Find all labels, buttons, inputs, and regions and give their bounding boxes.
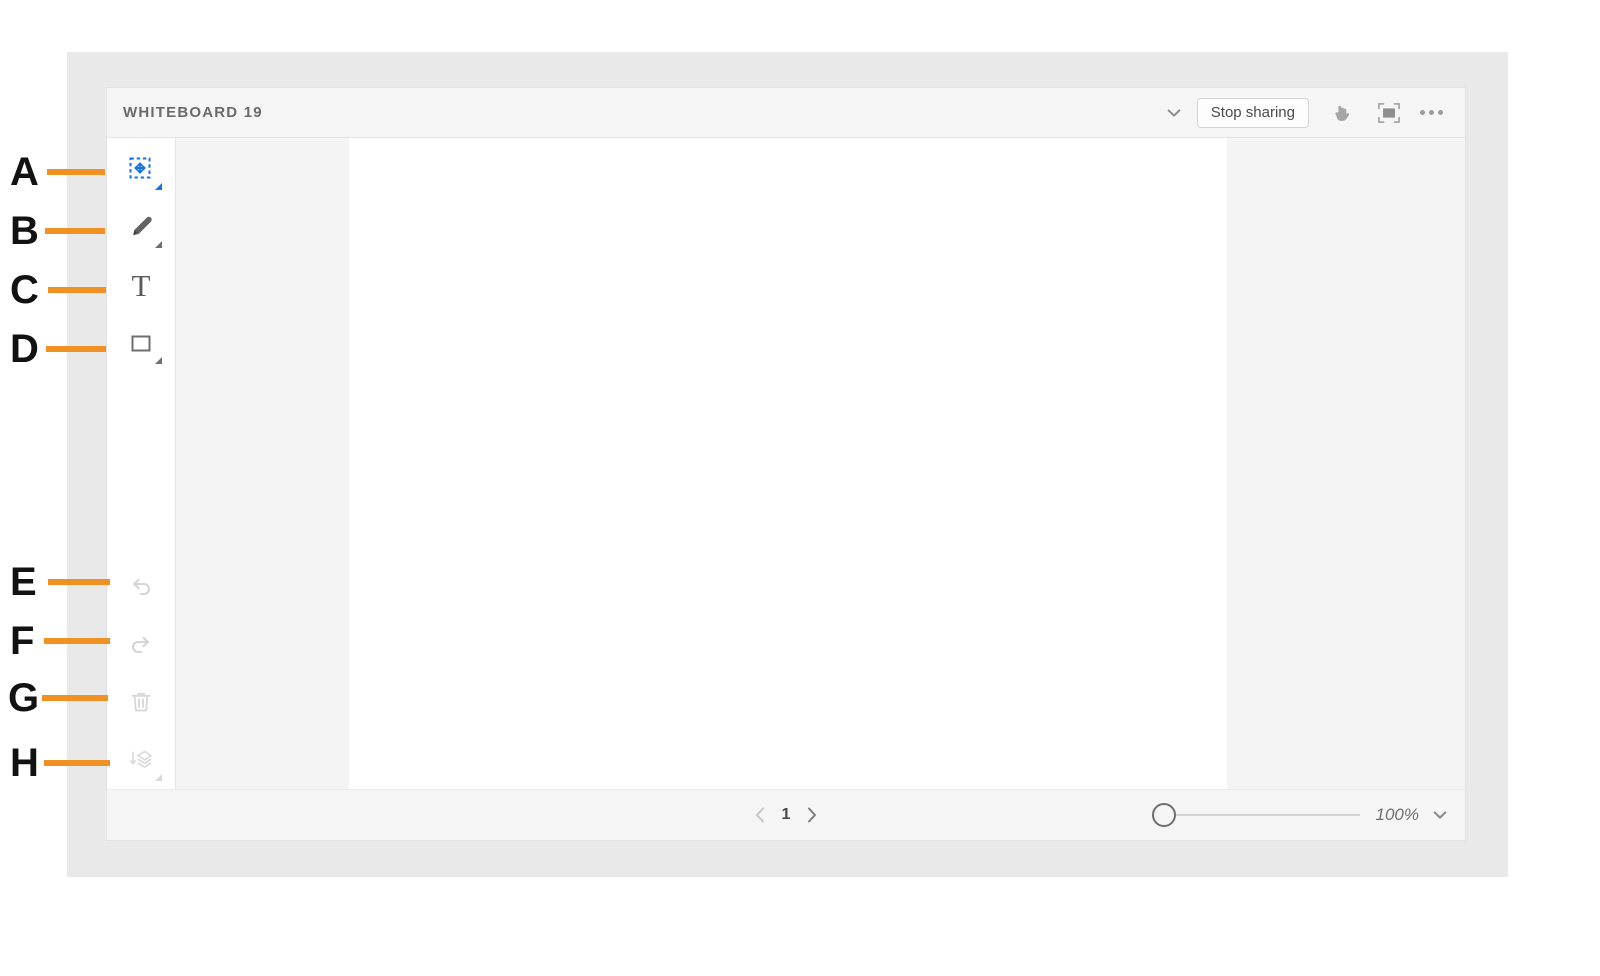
tool-group-actions (107, 557, 175, 789)
redo-button[interactable] (112, 615, 170, 673)
delete-button[interactable] (112, 673, 170, 731)
app-footer: 1 100% (107, 789, 1465, 840)
chevron-right-icon[interactable] (805, 806, 819, 824)
zoom-slider-track (1173, 814, 1360, 816)
text-tool[interactable]: T (112, 256, 170, 314)
app-body: T (107, 138, 1465, 792)
flyout-indicator-icon (155, 774, 162, 781)
callout-letter: D (10, 327, 39, 371)
chevron-down-icon[interactable] (1157, 96, 1191, 130)
callout-b: B (10, 211, 105, 251)
fit-to-screen-icon[interactable] (1369, 95, 1409, 131)
text-icon: T (131, 267, 151, 303)
callout-c: C (10, 270, 106, 310)
whiteboard-title: WHITEBOARD 19 (123, 104, 263, 121)
callout-line (45, 228, 105, 234)
shape-tool[interactable] (112, 314, 170, 372)
whiteboard-canvas-page[interactable] (349, 138, 1227, 792)
callout-a: A (10, 152, 105, 192)
whiteboard-app-window: WHITEBOARD 19 Stop sharing T 1 100% (107, 88, 1465, 840)
ellipsis-icon[interactable] (1413, 95, 1449, 131)
flyout-indicator-icon (155, 357, 162, 364)
callout-letter: G (8, 676, 40, 720)
zoom-slider[interactable] (1151, 802, 1360, 828)
callout-line (46, 346, 106, 352)
stop-sharing-button[interactable]: Stop sharing (1196, 97, 1309, 128)
pen-tool[interactable] (112, 198, 170, 256)
callout-letter: C (10, 268, 39, 312)
zoom-level-value: 100% (1375, 805, 1419, 824)
canvas-backdrop[interactable] (176, 138, 1465, 792)
callout-line (47, 169, 105, 175)
ellipsis-dots (1419, 110, 1443, 115)
undo-button[interactable] (112, 557, 170, 615)
flyout-indicator-icon (155, 183, 162, 190)
app-header: WHITEBOARD 19 Stop sharing (107, 88, 1465, 138)
callout-letter: A (10, 150, 39, 194)
tool-group-primary: T (112, 140, 170, 372)
callout-letter: B (10, 209, 39, 253)
callout-line (48, 579, 110, 585)
chevron-left-icon[interactable] (753, 806, 767, 824)
callout-letter: F (10, 619, 35, 663)
callout-line (48, 287, 106, 293)
callout-line (44, 638, 110, 644)
callout-letter: E (10, 560, 37, 604)
arrange-button[interactable] (112, 731, 170, 789)
zoom-slider-handle[interactable] (1151, 803, 1176, 827)
tools-sidebar: T (107, 138, 176, 789)
hand-pointer-icon[interactable] (1321, 95, 1361, 131)
callout-d: D (10, 329, 106, 369)
callout-line (42, 695, 108, 701)
callout-e: E (10, 562, 110, 602)
flyout-indicator-icon (155, 241, 162, 248)
page-number: 1 (781, 806, 791, 823)
callout-g: G (8, 678, 108, 718)
callout-letter: H (10, 741, 39, 785)
page-navigation: 1 (726, 806, 846, 824)
zoom-controls: 100% (1151, 802, 1449, 828)
chevron-down-icon[interactable] (1431, 806, 1449, 824)
callout-f: F (10, 621, 110, 661)
callout-h: H (10, 743, 110, 783)
select-tool[interactable] (112, 140, 170, 198)
callout-line (44, 760, 110, 766)
